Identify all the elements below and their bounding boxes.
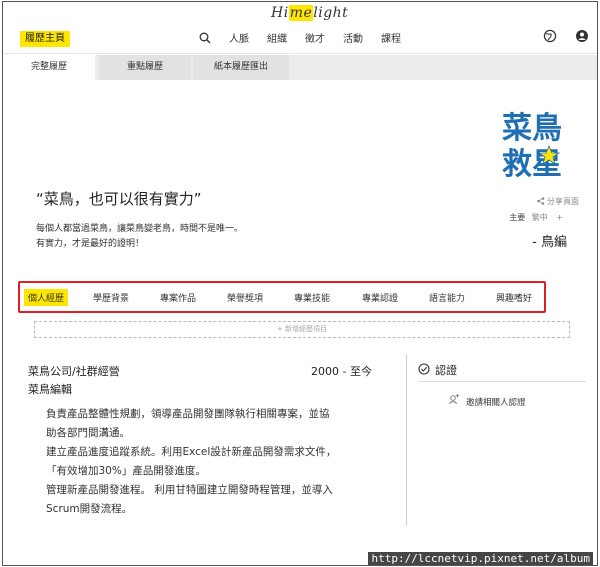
app-window: Himelight 履歷主頁 人脈 組織 徵才 活動 課程 完整履歷 重點履歷 … bbox=[2, 1, 598, 566]
resume-view-tabs: 完整履歷 重點履歷 紙本履歷匯出 bbox=[3, 55, 597, 80]
avatar-text-line2: 救星 bbox=[502, 147, 562, 182]
nav-item-network[interactable]: 人脈 bbox=[229, 30, 249, 45]
section-tab-awards[interactable]: 榮譽獎項 bbox=[227, 291, 263, 304]
add-user-icon bbox=[449, 394, 460, 405]
avatar-text-line1: 菜鳥 bbox=[502, 111, 562, 146]
share-page-link[interactable]: 分享頁面 bbox=[537, 196, 579, 207]
nav-item-courses[interactable]: 課程 bbox=[381, 30, 401, 45]
experience-description: 負責產品整體性規劃，領導產品開發團隊執行相關專案，並協 助各部門間溝通。 建立產… bbox=[46, 405, 376, 519]
resume-home-tag[interactable]: 履歷主頁 bbox=[20, 31, 70, 47]
lang-main-label: 主要 bbox=[509, 213, 526, 222]
nav-item-organization[interactable]: 組織 bbox=[267, 30, 287, 45]
section-tab-projects[interactable]: 專案作品 bbox=[160, 291, 196, 304]
section-tab-certifications[interactable]: 專業認證 bbox=[362, 291, 398, 304]
share-label: 分享頁面 bbox=[547, 197, 579, 206]
add-experience-button[interactable]: + 新增經歷項目 bbox=[34, 321, 570, 338]
experience-period: 2000 - 至今 bbox=[311, 365, 372, 378]
section-tab-experience[interactable]: 個人經歷 bbox=[24, 289, 69, 306]
bio-line: 有實力，才是最好的證明！ bbox=[36, 239, 145, 249]
check-circle-icon bbox=[418, 363, 430, 375]
top-header: Himelight 履歷主頁 人脈 組織 徵才 活動 課程 bbox=[3, 2, 597, 54]
share-icon bbox=[537, 197, 545, 205]
resume-section-tabs: 個人經歷 學歷背景 專案作品 榮譽獎項 專業技能 專業認證 語言能力 興趣嗜好 bbox=[18, 281, 546, 313]
invite-endorsement-button[interactable]: 邀請相關人認證 bbox=[449, 394, 526, 408]
profile-quote: “菜鳥，也可以很有實力” bbox=[36, 190, 202, 208]
section-tab-hobbies[interactable]: 興趣嗜好 bbox=[496, 291, 532, 304]
column-divider bbox=[406, 354, 407, 526]
desc-line: Scrum開發流程。 bbox=[46, 503, 133, 515]
experience-company: 菜鳥公司/社群經營 bbox=[28, 365, 120, 378]
nav-item-events[interactable]: 活動 bbox=[343, 30, 363, 45]
lang-current[interactable]: 繁中 bbox=[532, 213, 548, 222]
experience-title: 菜鳥編輯 bbox=[28, 383, 72, 396]
logo-part-2: me bbox=[288, 5, 314, 21]
desc-line: 「有效增加30%」產品開發進度。 bbox=[46, 465, 206, 477]
tab-full-resume[interactable]: 完整履歷 bbox=[3, 55, 95, 80]
logo-part-1: Hi bbox=[271, 5, 289, 21]
nav-item-jobs[interactable]: 徵才 bbox=[305, 30, 325, 45]
section-tab-languages[interactable]: 語言能力 bbox=[429, 291, 465, 304]
add-language-button[interactable]: + bbox=[556, 213, 563, 222]
tab-key-resume[interactable]: 重點履歷 bbox=[99, 55, 191, 80]
watermark-url: http://lccnetvip.pixnet.net/album bbox=[368, 552, 593, 565]
site-logo[interactable]: Himelight bbox=[271, 5, 348, 21]
section-tab-skills[interactable]: 專業技能 bbox=[294, 291, 330, 304]
header-actions bbox=[543, 29, 589, 43]
logo-part-3: light bbox=[313, 5, 349, 21]
main-nav: 人脈 組織 徵才 活動 課程 bbox=[199, 30, 401, 45]
desc-line: 負責產品整體性規劃，領導產品開發團隊執行相關專案，並協 bbox=[46, 408, 330, 420]
search-icon[interactable] bbox=[199, 32, 211, 44]
certification-header: 認證 bbox=[418, 362, 586, 382]
certification-title: 認證 bbox=[435, 364, 457, 377]
section-tab-education[interactable]: 學歷背景 bbox=[93, 291, 129, 304]
tab-print-export[interactable]: 紙本履歷匯出 bbox=[193, 55, 289, 80]
desc-line: 建立產品進度追蹤系統。利用Excel設計新產品開發需求文件， bbox=[46, 446, 337, 458]
user-menu-icon[interactable] bbox=[575, 29, 589, 43]
bio-line: 每個人都當過菜鳥，讓菜鳥變老鳥，時間不是唯一。 bbox=[36, 224, 244, 234]
profile-avatar: 菜鳥 救星 bbox=[502, 111, 562, 182]
profile-bio: 每個人都當過菜鳥，讓菜鳥變老鳥，時間不是唯一。 有實力，才是最好的證明！ bbox=[36, 222, 243, 252]
profile-nickname: - 鳥編 bbox=[532, 235, 567, 250]
invite-label: 邀請相關人認證 bbox=[466, 398, 526, 408]
desc-line: 助各部門間溝通。 bbox=[46, 427, 130, 439]
language-selector[interactable]: 主要 繁中 + bbox=[509, 212, 563, 223]
desc-line: 管理新產品開發進程。 利用甘特圖建立開發時程管理，並導入 bbox=[46, 484, 333, 496]
globe-icon[interactable] bbox=[543, 29, 557, 43]
